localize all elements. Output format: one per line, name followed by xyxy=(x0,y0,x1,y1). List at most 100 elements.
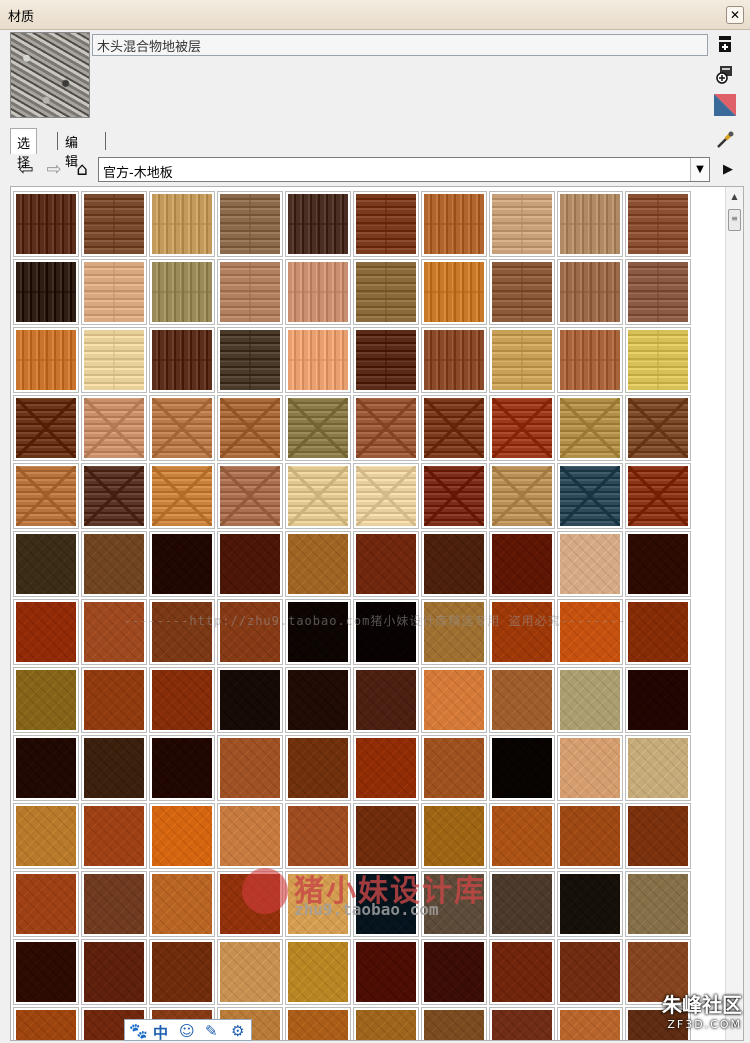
material-swatch[interactable] xyxy=(81,871,147,937)
material-swatch[interactable] xyxy=(149,871,215,937)
material-swatch[interactable] xyxy=(81,191,147,257)
material-swatch[interactable] xyxy=(557,395,623,461)
material-swatch[interactable] xyxy=(81,667,147,733)
emoji-icon[interactable]: ☺ xyxy=(179,1022,195,1040)
ime-mode-toggle[interactable]: 中 xyxy=(153,1022,168,1043)
details-icon[interactable]: ▶ xyxy=(716,158,740,182)
material-swatch[interactable] xyxy=(149,463,215,529)
material-swatch[interactable] xyxy=(81,599,147,665)
material-swatch[interactable] xyxy=(149,939,215,1005)
material-swatch[interactable] xyxy=(81,395,147,461)
material-swatch[interactable] xyxy=(421,395,487,461)
material-swatch[interactable] xyxy=(13,259,79,325)
material-swatch[interactable] xyxy=(625,531,691,597)
material-swatch[interactable] xyxy=(625,871,691,937)
material-swatch[interactable] xyxy=(625,463,691,529)
material-swatch[interactable] xyxy=(217,939,283,1005)
material-swatch[interactable] xyxy=(217,395,283,461)
material-swatch[interactable] xyxy=(285,531,351,597)
save-material-icon[interactable] xyxy=(714,64,736,86)
material-swatch[interactable] xyxy=(421,939,487,1005)
material-swatch[interactable] xyxy=(285,599,351,665)
material-swatch[interactable] xyxy=(353,735,419,801)
material-swatch[interactable] xyxy=(489,803,555,869)
material-swatch[interactable] xyxy=(421,667,487,733)
material-swatch[interactable] xyxy=(353,259,419,325)
material-swatch[interactable] xyxy=(13,327,79,393)
forward-icon[interactable]: ⇨ xyxy=(42,158,66,182)
material-swatch[interactable] xyxy=(557,871,623,937)
material-swatch[interactable] xyxy=(217,599,283,665)
material-swatch[interactable] xyxy=(353,191,419,257)
new-material-icon[interactable] xyxy=(714,36,736,58)
material-swatch[interactable] xyxy=(149,327,215,393)
material-swatch[interactable] xyxy=(625,599,691,665)
material-swatch[interactable] xyxy=(557,939,623,1005)
material-swatch[interactable] xyxy=(625,667,691,733)
material-swatch[interactable] xyxy=(81,463,147,529)
paw-icon[interactable]: 🐾 xyxy=(129,1022,148,1040)
material-swatch[interactable] xyxy=(625,191,691,257)
material-swatch[interactable] xyxy=(13,667,79,733)
material-swatch[interactable] xyxy=(81,735,147,801)
material-swatch[interactable] xyxy=(557,531,623,597)
material-swatch[interactable] xyxy=(353,599,419,665)
material-swatch[interactable] xyxy=(353,327,419,393)
material-swatch[interactable] xyxy=(13,1007,79,1040)
material-swatch[interactable] xyxy=(353,463,419,529)
material-swatch[interactable] xyxy=(489,259,555,325)
gear-icon[interactable]: ⚙ xyxy=(231,1022,244,1040)
material-swatch[interactable] xyxy=(217,259,283,325)
material-swatch[interactable] xyxy=(625,327,691,393)
material-swatch[interactable] xyxy=(217,735,283,801)
material-swatch[interactable] xyxy=(285,1007,351,1040)
material-swatch[interactable] xyxy=(149,191,215,257)
material-swatch[interactable] xyxy=(285,667,351,733)
material-swatch[interactable] xyxy=(81,803,147,869)
material-swatch[interactable] xyxy=(13,871,79,937)
material-swatch[interactable] xyxy=(353,803,419,869)
material-swatch[interactable] xyxy=(421,327,487,393)
scroll-up-icon[interactable]: ▲ xyxy=(726,191,743,203)
material-swatch[interactable] xyxy=(489,531,555,597)
material-swatch[interactable] xyxy=(149,803,215,869)
material-swatch[interactable] xyxy=(557,259,623,325)
material-swatch[interactable] xyxy=(81,327,147,393)
material-swatch[interactable] xyxy=(489,735,555,801)
material-swatch[interactable] xyxy=(625,735,691,801)
material-swatch[interactable] xyxy=(489,667,555,733)
tab-edit[interactable]: 编辑 xyxy=(59,128,84,170)
material-swatch[interactable] xyxy=(217,463,283,529)
eyedropper-icon[interactable] xyxy=(714,130,736,152)
material-swatch[interactable] xyxy=(489,599,555,665)
close-icon[interactable]: ✕ xyxy=(726,6,744,24)
material-swatch[interactable] xyxy=(149,259,215,325)
material-swatch[interactable] xyxy=(421,463,487,529)
material-swatch[interactable] xyxy=(217,327,283,393)
material-swatch[interactable] xyxy=(285,735,351,801)
material-swatch[interactable] xyxy=(421,191,487,257)
material-swatch[interactable] xyxy=(217,191,283,257)
home-icon[interactable]: ⌂ xyxy=(70,158,94,182)
material-swatch[interactable] xyxy=(217,531,283,597)
material-swatch[interactable] xyxy=(421,531,487,597)
back-icon[interactable]: ⇦ xyxy=(14,158,38,182)
material-swatch[interactable] xyxy=(557,191,623,257)
material-swatch[interactable] xyxy=(13,531,79,597)
material-swatch[interactable] xyxy=(353,395,419,461)
material-swatch[interactable] xyxy=(421,1007,487,1040)
material-swatch[interactable] xyxy=(625,259,691,325)
material-name-field[interactable]: 木头混合物地被层 xyxy=(92,34,708,56)
material-swatch[interactable] xyxy=(81,939,147,1005)
material-swatch[interactable] xyxy=(285,395,351,461)
material-swatch[interactable] xyxy=(557,599,623,665)
material-swatch[interactable] xyxy=(353,1007,419,1040)
material-swatch[interactable] xyxy=(353,667,419,733)
material-swatch[interactable] xyxy=(489,395,555,461)
material-swatch[interactable] xyxy=(285,939,351,1005)
material-swatch[interactable] xyxy=(149,599,215,665)
material-swatch[interactable] xyxy=(421,599,487,665)
material-swatch[interactable] xyxy=(625,395,691,461)
material-swatch[interactable] xyxy=(489,191,555,257)
material-swatch[interactable] xyxy=(149,395,215,461)
